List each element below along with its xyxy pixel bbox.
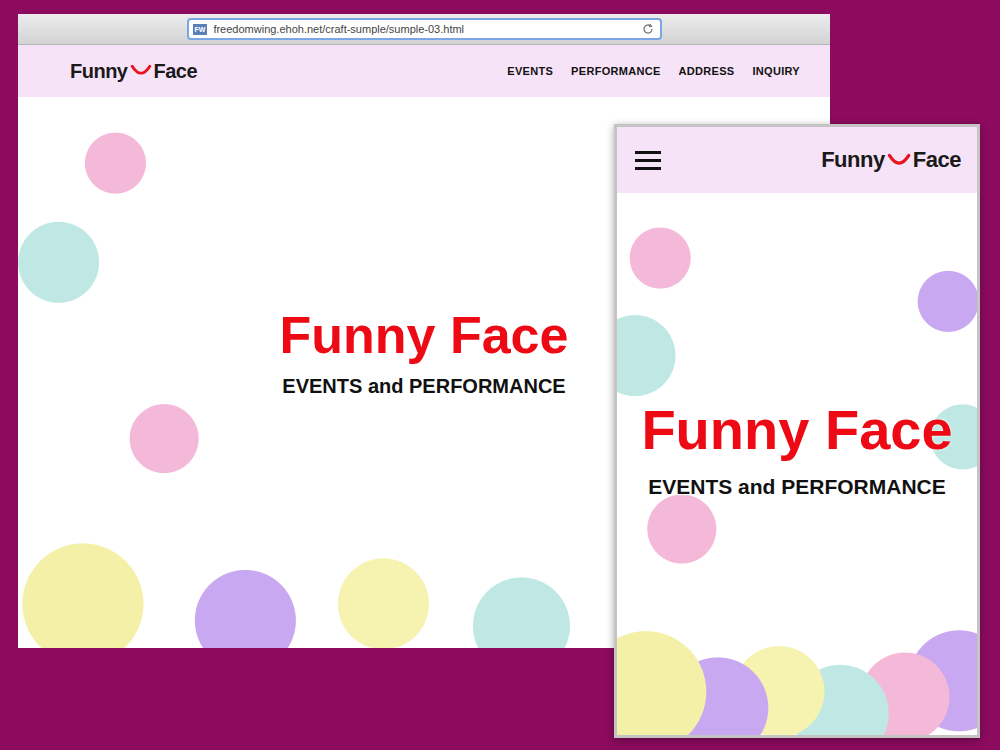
hero-title: Funny Face: [280, 307, 569, 364]
url-text: freedomwing.ehoh.net/craft-sumple/sumple…: [213, 23, 635, 35]
nav-item[interactable]: EVENTS: [507, 65, 553, 77]
logo[interactable]: FunnyFace: [821, 147, 961, 173]
nav-item[interactable]: ADDRESS: [679, 65, 735, 77]
site-header: FunnyFace: [617, 127, 977, 193]
menu-icon[interactable]: [635, 149, 661, 171]
stage: FW freedomwing.ehoh.net/craft-sumple/sump…: [0, 0, 1000, 750]
hero-subtitle: EVENTS and PERFORMANCE: [282, 375, 565, 398]
browser-toolbar: FW freedomwing.ehoh.net/craft-sumple/sump…: [18, 14, 830, 45]
hero-title: Funny Face: [641, 399, 952, 461]
nav-item[interactable]: INQUIRY: [752, 65, 800, 77]
smile-icon: [130, 64, 152, 77]
favicon: FW: [193, 24, 208, 35]
mobile-window: FunnyFace Funny Face EVENTS and PERFORMANC…: [614, 124, 980, 738]
hero-subtitle: EVENTS and PERFORMANCE: [648, 475, 946, 499]
reload-icon[interactable]: [642, 23, 654, 35]
logo[interactable]: FunnyFace: [70, 60, 197, 83]
smile-icon: [887, 153, 911, 168]
nav: EVENTS PERFORMANCE ADDRESS INQUIRY: [507, 65, 800, 77]
hero: Funny Face EVENTS and PERFORMANCE: [617, 193, 977, 735]
nav-item[interactable]: PERFORMANCE: [571, 65, 660, 77]
site-header: FunnyFace EVENTS PERFORMANCE ADDRESS INQUIRY: [18, 45, 830, 97]
url-field[interactable]: FW freedomwing.ehoh.net/craft-sumple/sump…: [187, 18, 662, 40]
